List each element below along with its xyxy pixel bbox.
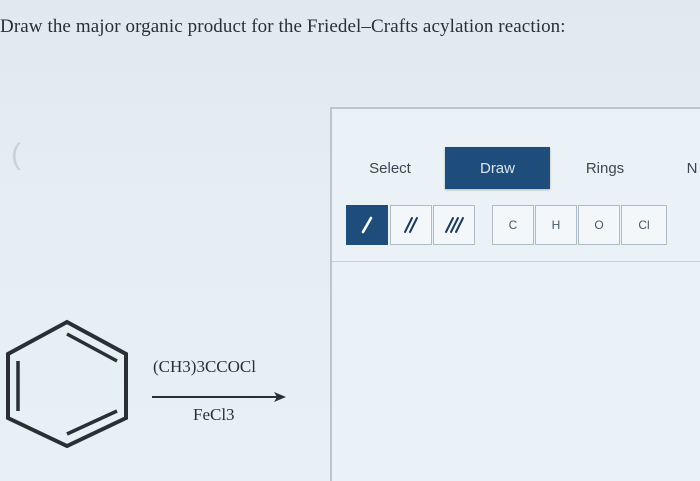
atom-hydrogen-button[interactable]: H <box>535 205 577 245</box>
double-bond-icon <box>404 217 418 233</box>
tab-select-label: Select <box>369 159 411 177</box>
molecule-sketcher[interactable]: Select Draw Rings N C H O Cl <box>330 107 700 481</box>
tab-draw-label: Draw <box>479 159 515 177</box>
tab-more[interactable]: N <box>682 147 700 189</box>
benzene-ring-icon <box>6 319 128 448</box>
triple-bond-button[interactable] <box>433 205 475 245</box>
atom-oxygen-button[interactable]: O <box>578 205 620 245</box>
reagent-above-arrow: (CH3)3CCOCl <box>153 357 256 376</box>
left-paren-glyph: ( <box>11 138 21 171</box>
tab-select[interactable]: Select <box>352 147 428 189</box>
tab-rings-label: Rings <box>585 159 625 177</box>
double-bond-button[interactable] <box>390 205 432 245</box>
atom-carbon-button[interactable]: C <box>492 205 534 245</box>
tab-rings[interactable]: Rings <box>565 147 645 189</box>
tab-draw[interactable]: Draw <box>445 147 550 189</box>
sketcher-canvas[interactable] <box>332 262 700 481</box>
tab-more-label: N <box>686 159 698 177</box>
question-page: Draw the major organic product for the F… <box>0 0 700 481</box>
triple-bond-icon <box>445 217 464 233</box>
sketcher-toolbar: Select Draw Rings N C H O Cl <box>332 109 700 262</box>
reagent-below-arrow: FeCl3 <box>193 405 235 424</box>
atom-chlorine-button[interactable]: Cl <box>621 205 667 245</box>
reaction-arrow-group: (CH3)3CCOCl FeCl3 <box>150 355 300 435</box>
single-bond-icon <box>361 216 373 234</box>
reaction-arrow-icon <box>152 392 286 402</box>
single-bond-button[interactable] <box>346 205 388 245</box>
question-text: Draw the major organic product for the F… <box>0 16 566 37</box>
